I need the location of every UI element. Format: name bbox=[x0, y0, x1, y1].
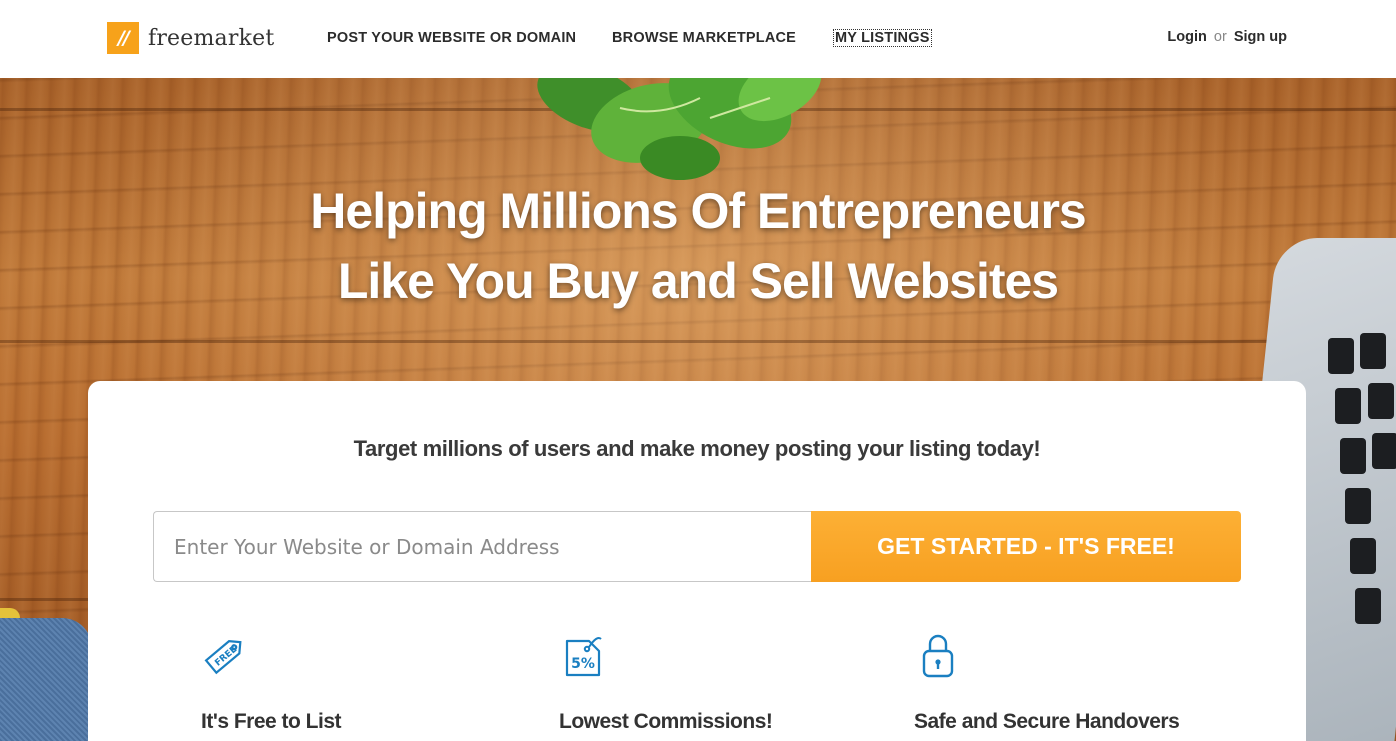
laptop-key bbox=[1355, 588, 1381, 624]
auth-links: Login or Sign up bbox=[1167, 29, 1287, 45]
laptop-key bbox=[1335, 388, 1361, 424]
get-started-button[interactable]: GET STARTED - IT'S FREE! bbox=[811, 511, 1241, 582]
card-tagline: Target millions of users and make money … bbox=[353, 436, 1041, 461]
login-link[interactable]: Login bbox=[1167, 29, 1206, 45]
nav-browse-marketplace[interactable]: BROWSE MARKETPLACE bbox=[612, 30, 796, 46]
feature-free-listing: FREE It's Free to List bbox=[201, 631, 342, 733]
logo[interactable]: // freemarket bbox=[107, 22, 274, 54]
feature-secure-handovers: Safe and Secure Handovers bbox=[914, 631, 1180, 733]
feature-low-commissions: 5% Lowest Commissions! bbox=[559, 631, 773, 733]
laptop-key bbox=[1350, 538, 1376, 574]
lock-icon bbox=[922, 634, 954, 678]
logo-mark-icon: // bbox=[107, 22, 139, 54]
website-domain-input[interactable] bbox=[153, 511, 811, 582]
wood-plank-divider bbox=[0, 340, 1396, 343]
plant-leaves-image bbox=[537, 78, 822, 180]
hero-headline-line1: Helping Millions Of Entrepreneurs bbox=[310, 183, 1086, 239]
laptop-key bbox=[1340, 438, 1366, 474]
svg-text:5%: 5% bbox=[571, 656, 595, 672]
auth-separator: or bbox=[1213, 29, 1227, 45]
laptop-key bbox=[1368, 383, 1394, 419]
laptop-key bbox=[1328, 338, 1354, 374]
feature-title: Safe and Secure Handovers bbox=[914, 710, 1180, 733]
percent-tag-icon: 5% bbox=[565, 637, 602, 677]
signup-link[interactable]: Sign up bbox=[1234, 29, 1287, 45]
feature-title: It's Free to List bbox=[201, 710, 342, 733]
laptop-key bbox=[1372, 433, 1396, 469]
nav-my-listings[interactable]: MY LISTINGS bbox=[833, 29, 932, 47]
site-header: // freemarket POST YOUR WEBSITE OR DOMAI… bbox=[0, 0, 1396, 78]
logo-text: freemarket bbox=[148, 25, 275, 51]
listing-card: Target millions of users and make money … bbox=[88, 381, 1306, 741]
feature-title: Lowest Commissions! bbox=[559, 710, 773, 733]
nav-post-listing[interactable]: POST YOUR WEBSITE OR DOMAIN bbox=[327, 30, 576, 46]
free-tag-icon: FREE bbox=[204, 640, 242, 675]
laptop-key bbox=[1345, 488, 1371, 524]
laptop-key bbox=[1360, 333, 1386, 369]
denim-fabric-image bbox=[0, 618, 92, 741]
hero-headline-line2: Like You Buy and Sell Websites bbox=[337, 253, 1059, 309]
hero-headline: Helping Millions Of Entrepreneurs Like Y… bbox=[0, 176, 1396, 316]
